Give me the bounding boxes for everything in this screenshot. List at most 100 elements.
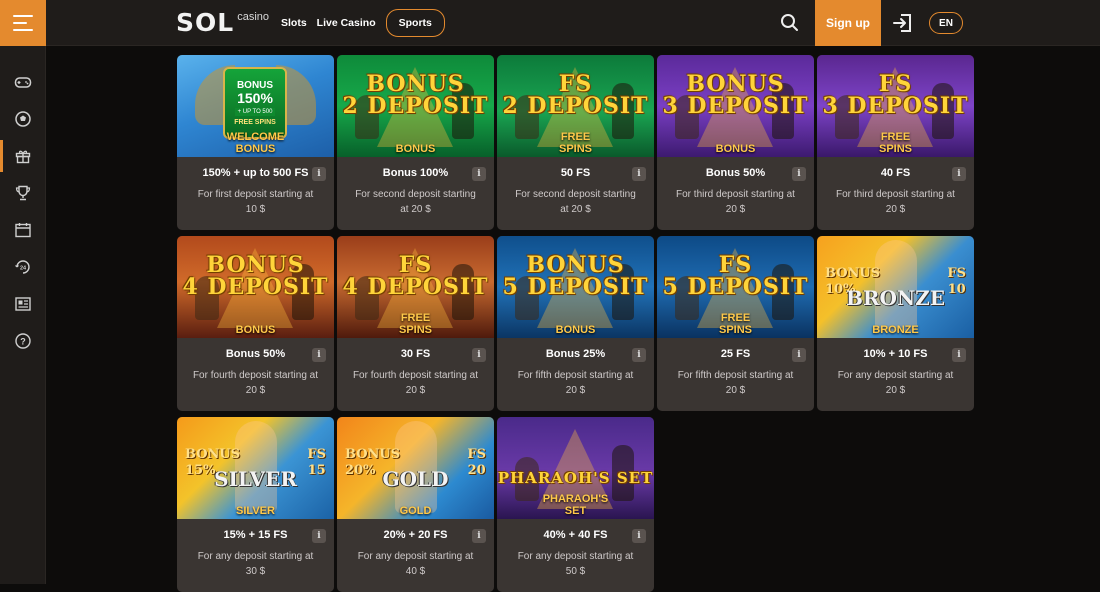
promo-title: 50 FS <box>560 167 591 179</box>
promo-card[interactable]: FS 2 DEPOSIT FREE SPINS 50 FS i For second d… <box>497 55 654 230</box>
language-button[interactable]: EN <box>929 12 963 34</box>
promo-type-label: BRONZE <box>872 324 919 336</box>
info-icon[interactable]: i <box>792 167 806 181</box>
login-button[interactable] <box>891 11 915 35</box>
promo-image[interactable]: BONUS 150% + UP TO 500 FREE SPINS WELCOME BO… <box>177 55 334 157</box>
promo-type-label: WELCOME BONUS <box>226 131 285 155</box>
menu-line <box>13 29 33 31</box>
promo-type-label: FREE SPINS <box>558 131 592 155</box>
menu-line <box>13 15 33 17</box>
promo-image[interactable]: BONUS 20% FS 20 GOLD GOLD <box>337 417 494 519</box>
promo-type-label: FREE SPINS <box>878 131 912 155</box>
info-icon[interactable]: i <box>312 348 326 362</box>
promo-card[interactable]: BONUS 5 DEPOSIT BONUS Bonus 25% i For fifth … <box>497 236 654 411</box>
promo-type-label: BONUS <box>395 143 436 155</box>
promo-image[interactable]: FS 4 DEPOSIT FREE SPINS <box>337 236 494 338</box>
promo-image[interactable]: BONUS 10% FS 10 BRONZE BRONZE <box>817 236 974 338</box>
sidebar-item-tournaments[interactable] <box>0 175 46 211</box>
promo-description: For fifth deposit starting at 20 $ <box>677 370 794 396</box>
promo-title: 25 FS <box>720 348 751 360</box>
promo-card[interactable]: FS 3 DEPOSIT FREE SPINS 40 FS i For third de… <box>817 55 974 230</box>
main-nav: Slots Live Casino Sports <box>281 9 455 37</box>
promo-art-text: BONUS 2 DEPOSIT <box>342 71 489 119</box>
nav-sports[interactable]: Sports <box>385 9 445 37</box>
promo-art-text: FS 3 DEPOSIT <box>822 71 969 119</box>
sign-up-button[interactable]: Sign up <box>815 0 881 46</box>
trophy-icon <box>15 185 31 201</box>
promo-art-text: FS 2 DEPOSIT <box>502 71 649 119</box>
tier-name-art: BRONZE <box>845 286 946 310</box>
support-24-icon: 24 <box>15 260 30 274</box>
sidebar-item-news[interactable] <box>0 286 46 322</box>
promo-card[interactable]: FS 4 DEPOSIT FREE SPINS 30 FS i For fourth d… <box>337 236 494 411</box>
promo-art-text: BONUS 5 DEPOSIT <box>502 252 649 300</box>
info-icon[interactable]: i <box>472 348 486 362</box>
promo-image[interactable]: PHARAOH'S SET PHARAOH'S SET <box>497 417 654 519</box>
info-icon[interactable]: i <box>632 348 646 362</box>
promo-description: For third deposit starting at 20 $ <box>676 189 795 215</box>
promo-image[interactable]: BONUS 15% FS 15 SILVER SILVER <box>177 417 334 519</box>
gamepad-icon <box>14 77 32 88</box>
promo-card[interactable]: BONUS 15% FS 15 SILVER SILVER 15% + 15 FS i Fo… <box>177 417 334 592</box>
info-icon[interactable]: i <box>632 167 646 181</box>
info-icon[interactable]: i <box>632 529 646 543</box>
promo-description: For first deposit starting at 10 $ <box>197 189 314 215</box>
nav-slots[interactable]: Slots <box>281 17 307 29</box>
info-icon[interactable]: i <box>952 167 966 181</box>
promo-description: For second deposit starting at 20 $ <box>515 189 636 215</box>
promo-card[interactable]: BONUS 4 DEPOSIT BONUS Bonus 50% i For fourth… <box>177 236 334 411</box>
promo-image[interactable]: BONUS 5 DEPOSIT BONUS <box>497 236 654 338</box>
sidebar-item-help[interactable]: ? <box>0 323 46 359</box>
promo-title: 150% + up to 500 FS <box>202 167 309 179</box>
sidebar-item-sports[interactable] <box>0 101 46 137</box>
promo-art-text: PHARAOH'S SET <box>497 469 654 487</box>
promo-card[interactable]: BONUS 150% + UP TO 500 FREE SPINS WELCOME BO… <box>177 55 334 230</box>
promo-type-label: PHARAOH'S SET <box>542 493 609 517</box>
soccer-ball-icon <box>15 111 31 127</box>
promo-type-label: GOLD <box>399 505 432 517</box>
sidebar-item-promotions[interactable] <box>0 138 46 174</box>
help-icon: ? <box>15 333 31 349</box>
promo-title: 15% + 15 FS <box>223 529 288 541</box>
promo-art-text: BONUS 3 DEPOSIT <box>662 71 809 119</box>
promo-title: 40 FS <box>880 167 911 179</box>
promo-type-label: SILVER <box>236 505 275 517</box>
promo-card[interactable]: BONUS 2 DEPOSIT BONUS Bonus 100% i For secon… <box>337 55 494 230</box>
hamburger-menu-button[interactable] <box>0 0 46 46</box>
promo-image[interactable]: BONUS 3 DEPOSIT BONUS <box>657 55 814 157</box>
promo-image[interactable]: BONUS 2 DEPOSIT BONUS <box>337 55 494 157</box>
svg-text:24: 24 <box>20 266 27 272</box>
promo-art-text: BONUS 4 DEPOSIT <box>182 252 329 300</box>
promo-image[interactable]: FS 2 DEPOSIT FREE SPINS <box>497 55 654 157</box>
info-icon[interactable]: i <box>472 167 486 181</box>
badge-text: FREE SPINS <box>234 119 276 126</box>
promo-card[interactable]: BONUS 20% FS 20 GOLD GOLD 20% + 20 FS i For an… <box>337 417 494 592</box>
nav-live-casino[interactable]: Live Casino <box>317 17 376 29</box>
promo-card[interactable]: BONUS 10% FS 10 BRONZE BRONZE 10% + 10 FS i Fo… <box>817 236 974 411</box>
promo-title: Bonus 50% <box>705 167 766 179</box>
menu-line <box>13 22 27 24</box>
search-button[interactable] <box>778 12 802 34</box>
info-icon[interactable]: i <box>472 529 486 543</box>
promo-image[interactable]: FS 5 DEPOSIT FREE SPINS <box>657 236 814 338</box>
promo-image[interactable]: BONUS 4 DEPOSIT BONUS <box>177 236 334 338</box>
promo-card[interactable]: FS 5 DEPOSIT FREE SPINS 25 FS i For fifth de… <box>657 236 814 411</box>
logo[interactable]: SOL casino <box>176 9 269 37</box>
sidebar-item-support[interactable]: 24 <box>0 249 46 285</box>
info-icon[interactable]: i <box>952 348 966 362</box>
promo-title: 10% + 10 FS <box>863 348 928 360</box>
info-icon[interactable]: i <box>312 529 326 543</box>
sidebar-item-calendar[interactable] <box>0 212 46 248</box>
promo-description: For second deposit starting at 20 $ <box>355 189 476 215</box>
promo-image[interactable]: FS 3 DEPOSIT FREE SPINS <box>817 55 974 157</box>
info-icon[interactable]: i <box>312 167 326 181</box>
info-icon[interactable]: i <box>792 348 806 362</box>
promo-type-label: BONUS <box>715 143 756 155</box>
sidebar-item-games[interactable] <box>0 64 46 100</box>
calendar-icon <box>15 223 31 238</box>
promo-art-text: FS 5 DEPOSIT <box>662 252 809 300</box>
promo-card[interactable]: PHARAOH'S SET PHARAOH'S SET 40% + 40 FS i Fo… <box>497 417 654 592</box>
promo-card[interactable]: BONUS 3 DEPOSIT BONUS Bonus 50% i For third … <box>657 55 814 230</box>
promo-title: Bonus 50% <box>225 348 286 360</box>
promo-title: 30 FS <box>400 348 431 360</box>
